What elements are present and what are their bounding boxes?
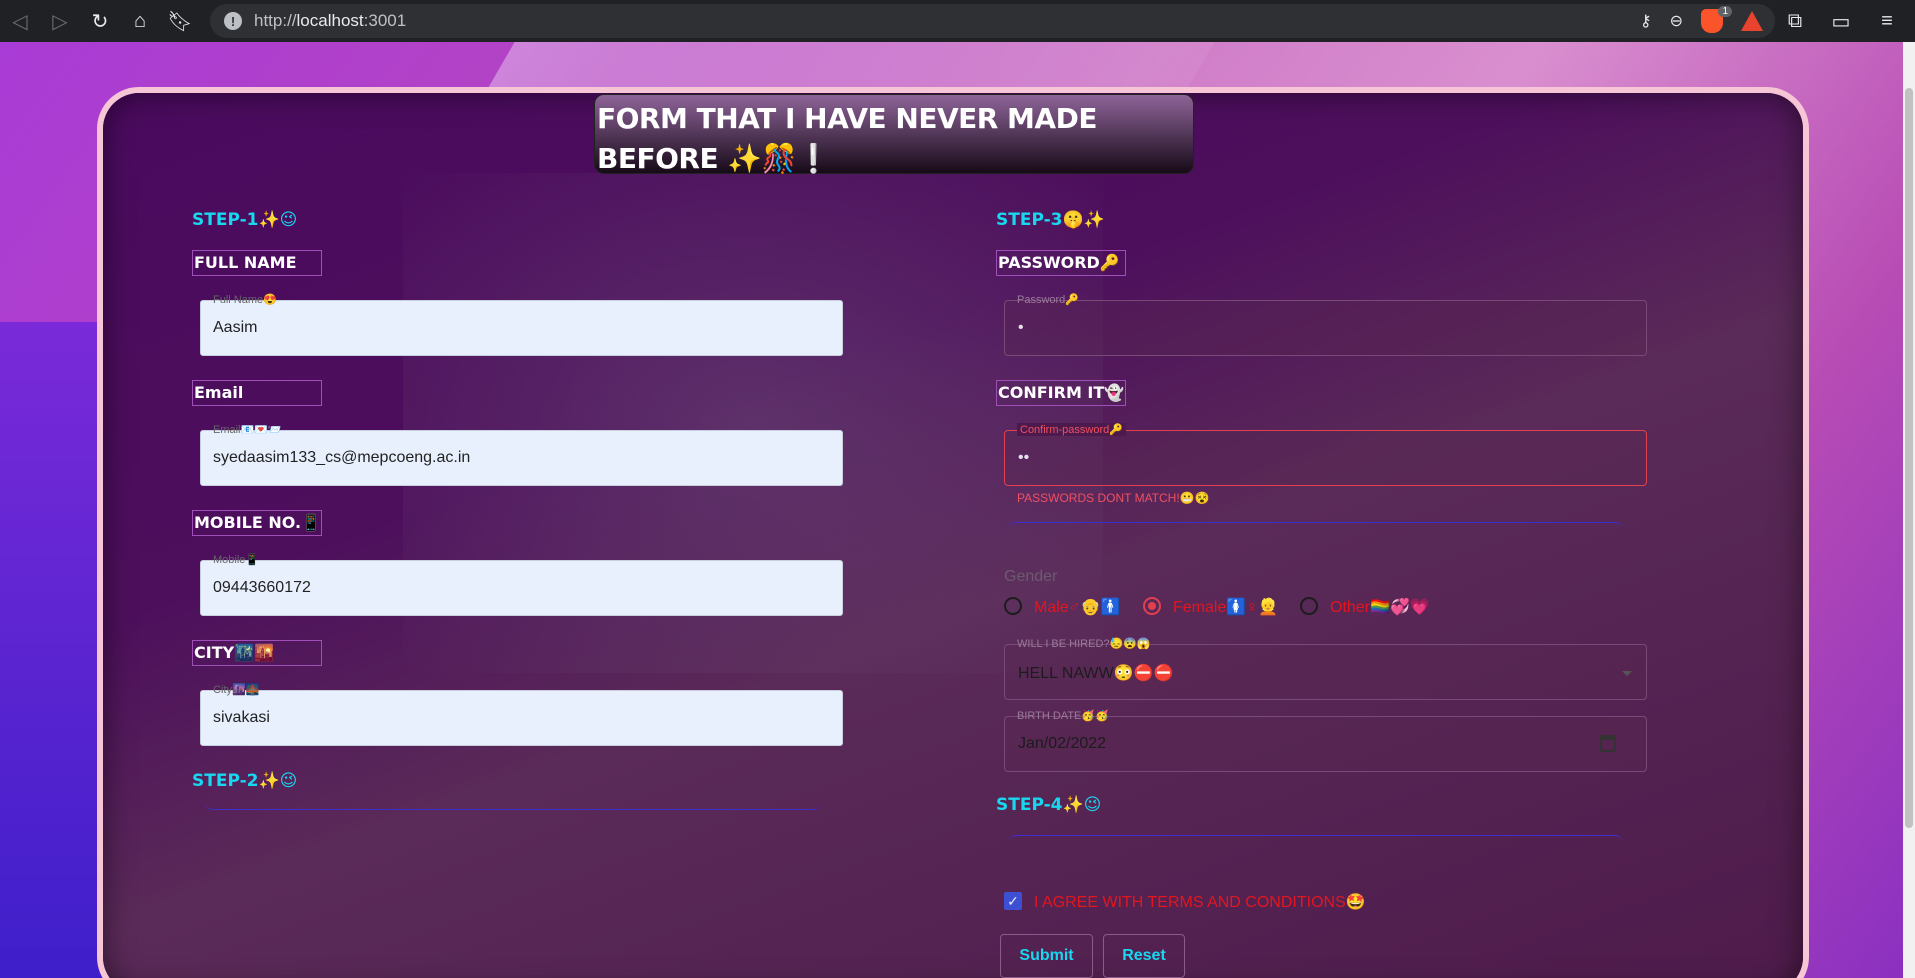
gender-male-radio[interactable]: [1004, 597, 1022, 615]
full-name-input[interactable]: Aasim: [200, 300, 843, 356]
hired-label: WILL I BE HIRED?😓😨😱: [1017, 638, 1151, 650]
gender-title: Gender: [1004, 568, 1058, 585]
gender-other-radio[interactable]: [1300, 597, 1318, 615]
gender-other-label[interactable]: Other🏳️‍🌈💞💗: [1330, 597, 1430, 617]
step-2-divider: [205, 798, 820, 810]
gender-male-label[interactable]: Male♂👴🚹: [1034, 597, 1121, 617]
wallet-icon[interactable]: ▭: [1821, 1, 1861, 41]
email-input[interactable]: syedaasim133_cs@mepcoeng.ac.in: [200, 430, 843, 486]
password-error-text: PASSWORDS DONT MATCH!😬😵: [1017, 491, 1210, 505]
step-2-heading: STEP-2✨😉: [192, 771, 298, 791]
mobile-label: Mobile📱: [213, 554, 260, 566]
menu-icon[interactable]: ≡: [1867, 1, 1907, 41]
extensions-icon[interactable]: ⧉: [1775, 1, 1815, 41]
confirm-password-input[interactable]: ••: [1004, 430, 1647, 486]
birth-date-label: BIRTH DATE🥳🥳: [1017, 710, 1109, 722]
confirm-password-label: Confirm-password🔑: [1017, 423, 1126, 436]
password-label: Password🔑: [1017, 294, 1079, 306]
reload-icon[interactable]: ↻: [80, 1, 120, 41]
password-input[interactable]: •: [1004, 300, 1647, 356]
back-icon[interactable]: ◁: [0, 1, 40, 41]
gender-female-radio[interactable]: [1143, 597, 1161, 615]
url-text: http://localhost:3001: [254, 11, 407, 30]
email-heading: Email: [192, 380, 322, 406]
city-heading: CITY🌃🌇: [192, 640, 322, 666]
key-icon[interactable]: ⚷: [1640, 11, 1652, 31]
bookmark-icon[interactable]: 🔖︎: [160, 1, 200, 41]
calendar-icon[interactable]: [1600, 735, 1616, 752]
city-input[interactable]: sivakasi: [200, 690, 843, 746]
full-name-heading: FULL NAME: [192, 250, 322, 276]
mobile-input[interactable]: 09443660172: [200, 560, 843, 616]
brave-rewards-icon[interactable]: [1741, 11, 1763, 31]
home-icon[interactable]: ⌂: [120, 1, 160, 41]
birth-date-input[interactable]: Jan/02/2022: [1004, 716, 1647, 772]
step-1-heading: STEP-1✨😉: [192, 210, 298, 230]
confirm-heading: CONFIRM IT👻: [996, 380, 1126, 406]
password-heading: PASSWORD🔑: [996, 250, 1126, 276]
step-3-divider: [1008, 522, 1623, 534]
email-label: Email📧💌📨: [213, 424, 282, 436]
step-4-divider: [1008, 835, 1623, 847]
brave-shields-icon[interactable]: 1: [1701, 6, 1732, 33]
hired-select[interactable]: HELL NAWW😳⛔⛔: [1004, 644, 1647, 700]
mobile-heading: MOBILE NO.📱: [192, 510, 322, 536]
scrollbar[interactable]: [1903, 42, 1915, 978]
terms-label[interactable]: I AGREE WITH TERMS AND CONDITIONS🤩: [1034, 892, 1366, 912]
gender-female-label[interactable]: Female🚺♀👱: [1173, 597, 1278, 617]
step-4-heading: STEP-4✨😉: [996, 795, 1102, 815]
chevron-down-icon: [1622, 671, 1632, 676]
submit-button[interactable]: Submit: [1000, 934, 1093, 978]
terms-checkbox[interactable]: ✓: [1004, 892, 1022, 910]
full-name-label: Full Name😍: [213, 294, 277, 306]
address-bar[interactable]: ! http://localhost:3001 ⚷ ⊖ 1: [210, 4, 1775, 38]
site-info-icon[interactable]: !: [224, 12, 242, 30]
form-title: FORM THAT I HAVE NEVER MADE BEFORE ✨🎊❕: [594, 94, 1194, 175]
city-label: City🌆🌉: [213, 684, 260, 696]
forward-icon[interactable]: ▷: [40, 1, 80, 41]
step-3-heading: STEP-3🤫✨: [996, 210, 1105, 230]
zoom-icon[interactable]: ⊖: [1670, 11, 1683, 31]
browser-toolbar: ◁ ▷ ↻ ⌂ 🔖︎ ! http://localhost:3001 ⚷ ⊖ 1…: [0, 0, 1915, 42]
reset-button[interactable]: Reset: [1103, 934, 1185, 978]
